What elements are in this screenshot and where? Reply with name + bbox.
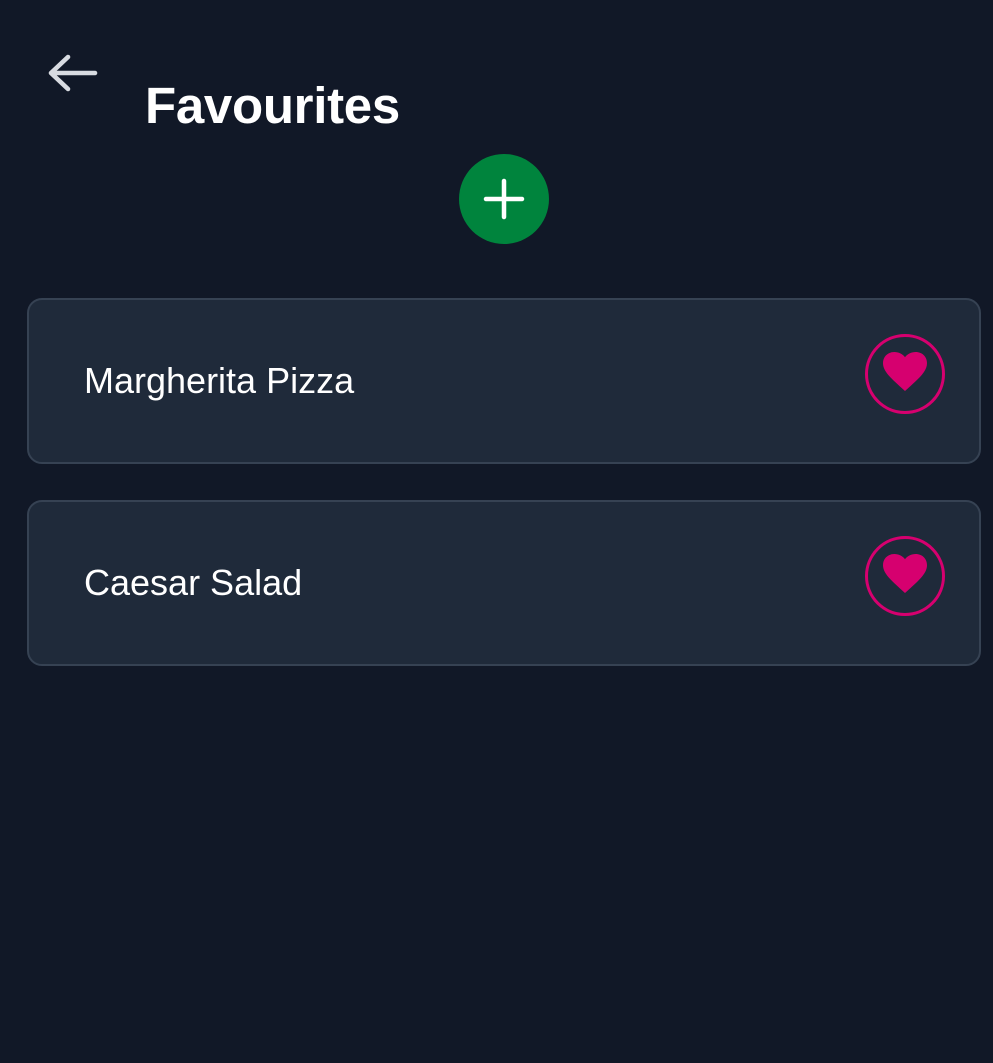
favourite-name: Caesar Salad	[84, 562, 303, 603]
add-favourite-button[interactable]	[459, 154, 549, 244]
favourite-toggle-button[interactable]	[865, 536, 945, 616]
page-title: Favourites	[145, 77, 400, 135]
app-bar: Favourites	[0, 0, 993, 145]
favourites-list: Margherita Pizza Caesar Salad	[27, 298, 981, 702]
favourite-toggle-button[interactable]	[865, 334, 945, 414]
favourite-name: Margherita Pizza	[84, 360, 355, 401]
heart-icon	[883, 352, 927, 391]
favourite-card[interactable]: Margherita Pizza	[27, 298, 981, 464]
heart-icon	[883, 554, 927, 593]
back-button[interactable]	[44, 50, 100, 96]
favourite-card[interactable]: Caesar Salad	[27, 500, 981, 666]
arrow-left-icon	[48, 54, 98, 92]
plus-icon	[483, 178, 525, 220]
